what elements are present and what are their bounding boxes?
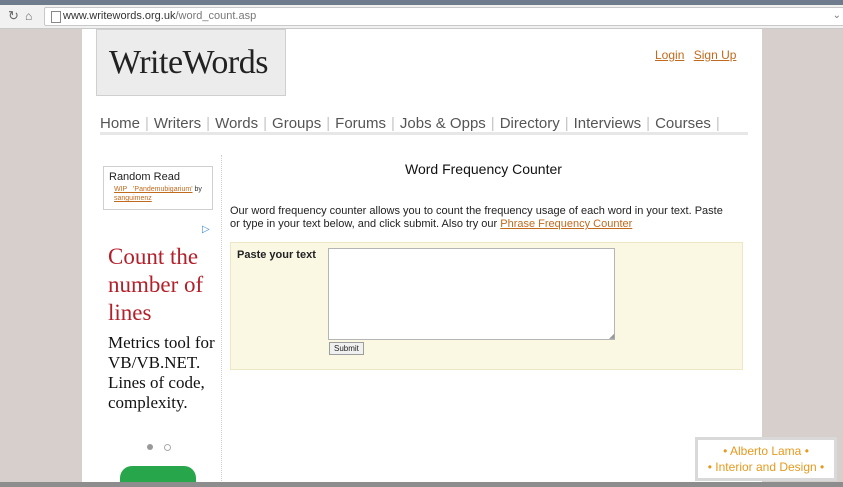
description: Our word frequency counter allows you to… [230, 205, 735, 231]
watermark: • Alberto Lama • • Interior and Design • [695, 437, 837, 481]
nav-separator: | [564, 115, 569, 132]
resize-handle-icon[interactable]: ◢ [609, 333, 614, 340]
random-read-box: Random Read WIP_ 'Pandemubigarium' by sa… [103, 166, 213, 210]
carousel-dot-active[interactable] [147, 444, 153, 450]
nav-item-home[interactable]: Home [100, 115, 140, 132]
browser-toolbar: ↻ ⌂ www.writewords.org.uk/word_count.asp… [0, 5, 843, 29]
nav-separator: | [646, 115, 651, 132]
watermark-line-2: • Interior and Design • [707, 460, 825, 474]
ad-body[interactable]: Metrics tool for VB/VB.NET. Lines of cod… [108, 333, 228, 413]
nav-item-forums[interactable]: Forums [335, 115, 386, 132]
page-title: Word Frequency Counter [405, 161, 562, 177]
random-read-author-link[interactable]: sanguimenz [114, 195, 152, 202]
submit-button[interactable]: Submit [329, 342, 364, 355]
paste-text-label: Paste your text [237, 249, 316, 261]
random-read-by: by [194, 186, 202, 193]
nav-separator: | [490, 115, 495, 132]
description-text: Our word frequency counter allows you to… [230, 205, 723, 230]
chevron-down-icon[interactable]: ⌄ [833, 10, 841, 21]
address-bar[interactable]: www.writewords.org.uk/word_count.asp ⌄ [44, 7, 843, 26]
signup-link[interactable]: Sign Up [694, 48, 737, 62]
nav-underline [100, 132, 748, 135]
random-read-entry: WIP_ 'Pandemubigarium' by sanguimenz [114, 185, 212, 203]
nav-item-directory[interactable]: Directory [500, 115, 560, 132]
nav-separator: | [263, 115, 268, 132]
carousel-dot[interactable] [164, 444, 171, 451]
reload-icon[interactable]: ↻ [8, 9, 19, 23]
nav-item-writers[interactable]: Writers [154, 115, 201, 132]
bottom-strip [0, 482, 843, 487]
nav-separator: | [206, 115, 211, 132]
watermark-line-1: • Alberto Lama • [723, 444, 809, 458]
nav-item-words[interactable]: Words [215, 115, 258, 132]
phrase-frequency-link[interactable]: Phrase Frequency Counter [500, 218, 632, 230]
nav-item-courses[interactable]: Courses [655, 115, 711, 132]
ad-choices-icon[interactable]: ▷ [202, 224, 210, 235]
nav-separator: | [326, 115, 331, 132]
nav-separator: | [715, 115, 720, 132]
word-count-form: Paste your text ◢ Submit [230, 242, 743, 370]
site-logo: WriteWords [109, 44, 268, 81]
login-link[interactable]: Login [655, 48, 684, 62]
auth-links: Login Sign Up [649, 48, 736, 62]
logo-box[interactable]: WriteWords [96, 29, 286, 96]
random-read-link[interactable]: WIP_ 'Pandemubigarium' [114, 186, 193, 193]
main-nav: Home | Writers | Words | Groups | Forums | Jobs & … [100, 115, 725, 132]
home-icon[interactable]: ⌂ [25, 9, 32, 23]
url-path: /word_count.asp [175, 10, 257, 22]
url-domain: www.writewords.org.uk [63, 10, 176, 22]
nav-item-groups[interactable]: Groups [272, 115, 321, 132]
nav-item-jobs-opps[interactable]: Jobs & Opps [400, 115, 486, 132]
ad-heading[interactable]: Count the number of lines [108, 243, 228, 327]
nav-item-interviews[interactable]: Interviews [574, 115, 642, 132]
nav-separator: | [145, 115, 149, 132]
web-page: WriteWords Login Sign Up Home | Writers | Wo… [82, 29, 762, 487]
text-input[interactable] [328, 248, 615, 340]
random-read-title: Random Read [109, 171, 180, 183]
nav-separator: | [391, 115, 395, 132]
page-icon [51, 11, 61, 23]
url-text: www.writewords.org.uk/word_count.asp [63, 10, 256, 22]
